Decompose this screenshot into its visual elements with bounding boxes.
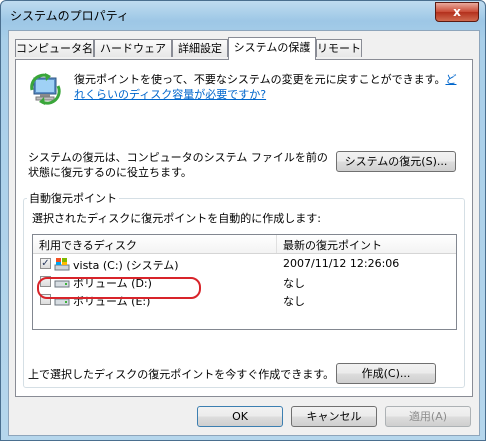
window-title: システムのプロパティ bbox=[10, 9, 129, 23]
auto-restore-description: 選択されたディスクに復元ポイントを自動的に作成します: bbox=[32, 212, 321, 225]
close-button[interactable]: x bbox=[435, 2, 479, 22]
system-restore-icon bbox=[28, 72, 64, 108]
disk-c-latest: 2007/11/12 12:26:06 bbox=[283, 257, 400, 270]
disk-d-latest: なし bbox=[283, 277, 305, 290]
disk-row-c[interactable]: ✓ vista (C:) (システム) 2007/11/12 12:26:06 bbox=[33, 255, 456, 273]
disk-e-latest: なし bbox=[283, 295, 305, 308]
system-drive-icon bbox=[54, 257, 70, 271]
auto-restore-legend: 自動復元ポイント bbox=[27, 190, 119, 206]
tab-system-protection[interactable]: システムの保護 bbox=[228, 37, 316, 60]
disk-c-name: vista (C:) (システム) bbox=[73, 259, 179, 272]
system-restore-button[interactable]: システムの復元(S)... bbox=[336, 151, 456, 172]
tab-hardware[interactable]: ハードウェア bbox=[94, 39, 172, 57]
create-button[interactable]: 作成(C)... bbox=[336, 363, 436, 384]
column-divider[interactable] bbox=[276, 235, 277, 253]
annotation-highlight bbox=[37, 277, 201, 299]
intro-description: 復元ポイントを使って、不要なシステムの変更を元に戻すことができます。 bbox=[74, 73, 446, 86]
column-header-disk[interactable]: 利用できるディスク bbox=[39, 237, 137, 253]
intro-text: 復元ポイントを使って、不要なシステムの変更を元に戻すことができます。どれくらいの… bbox=[74, 72, 466, 102]
dialog-client: コンピュータ名 ハードウェア 詳細設定 システムの保護 リモート 復元ポイントを… bbox=[8, 30, 480, 436]
cancel-button[interactable]: キャンセル bbox=[291, 406, 377, 427]
create-description: 上で選択したディスクの復元ポイントを今すぐ作成できます。 bbox=[28, 368, 335, 381]
ok-button[interactable]: OK bbox=[197, 406, 283, 427]
column-header-latest[interactable]: 最新の復元ポイント bbox=[283, 237, 382, 253]
apply-button[interactable]: 適用(A) bbox=[385, 406, 471, 427]
tab-computer-name[interactable]: コンピュータ名 bbox=[15, 39, 94, 57]
disk-list-header: 利用できるディスク 最新の復元ポイント bbox=[33, 235, 456, 254]
tab-advanced[interactable]: 詳細設定 bbox=[172, 39, 228, 57]
close-icon: x bbox=[453, 5, 461, 19]
system-protection-panel: 復元ポイントを使って、不要なシステムの変更を元に戻すことができます。どれくらいの… bbox=[15, 59, 473, 397]
restore-description: システムの復元は、コンピュータのシステム ファイルを前の状態に復元するのに役立ち… bbox=[28, 151, 328, 179]
tab-remote[interactable]: リモート bbox=[316, 39, 362, 57]
system-properties-window: システムのプロパティ x コンピュータ名 ハードウェア 詳細設定 システムの保護… bbox=[0, 0, 486, 441]
disk-c-checkbox[interactable]: ✓ bbox=[40, 258, 51, 269]
title-bar[interactable]: システムのプロパティ x bbox=[1, 1, 485, 29]
